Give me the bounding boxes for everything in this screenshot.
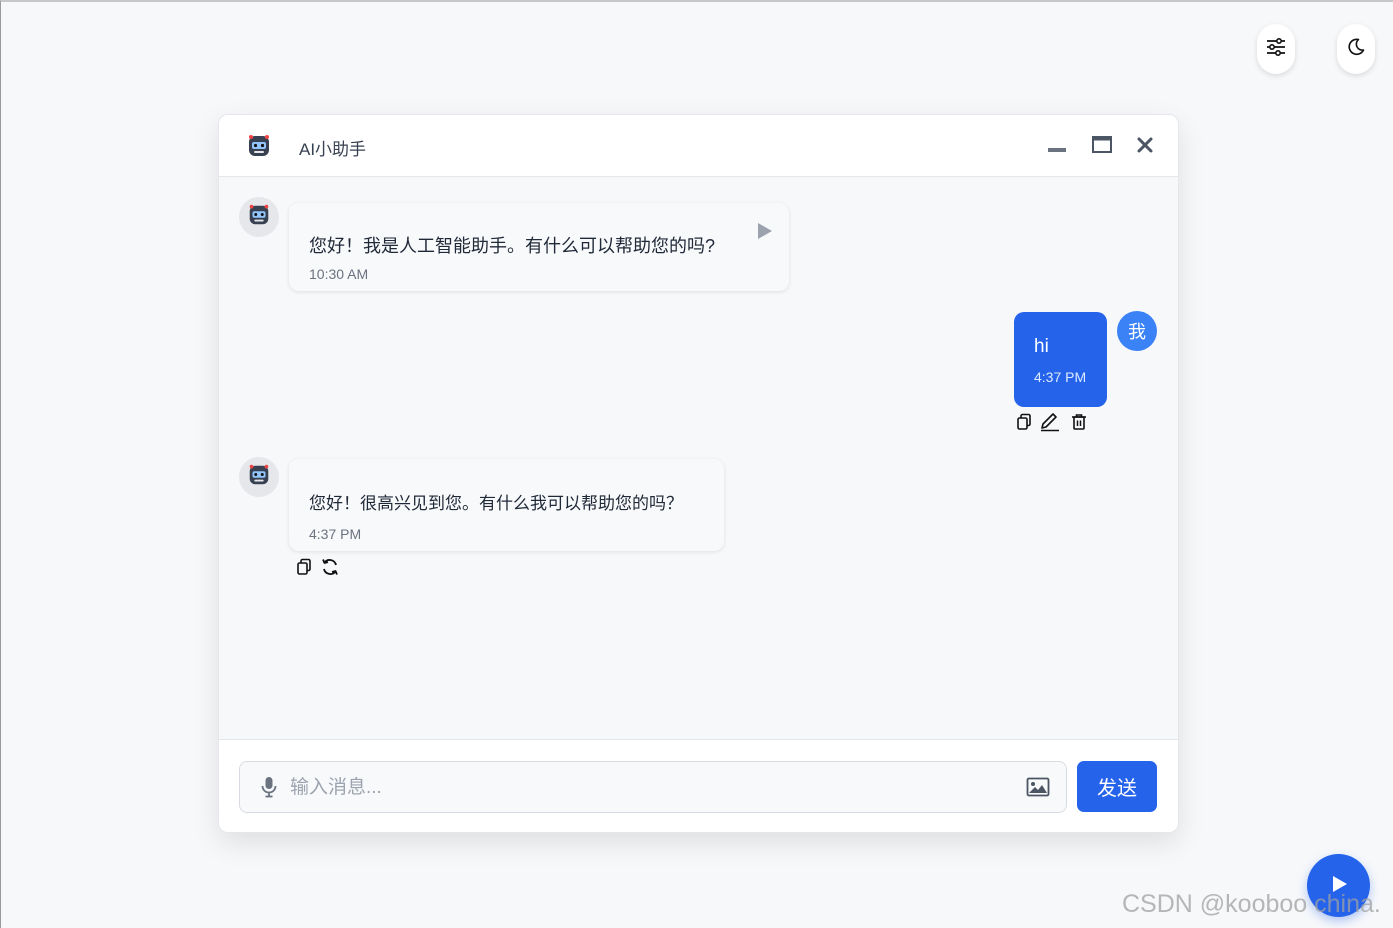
message-list[interactable]: 您好！我是人工智能助手。有什么可以帮助您的吗? 10:30 AM hi 4:37… [219, 177, 1178, 739]
message-text: hi [1034, 336, 1049, 357]
maximize-button[interactable] [1090, 133, 1114, 157]
message-bubble-user: hi 4:37 PM [1014, 312, 1107, 407]
close-button[interactable] [1133, 133, 1157, 157]
message-text: 您好！很高兴见到您。有什么我可以帮助您的吗？ [309, 494, 683, 514]
message-input[interactable] [288, 770, 1012, 806]
delete-button[interactable] [1067, 410, 1091, 434]
chat-title: AI小助手 [299, 140, 367, 159]
settings-button[interactable] [1257, 24, 1295, 74]
send-button[interactable]: 发送 [1077, 761, 1157, 812]
close-icon [1137, 137, 1153, 153]
message-input-wrapper [239, 761, 1067, 813]
user-avatar: 我 [1117, 311, 1157, 351]
message-text: 您好！我是人工智能助手。有什么可以帮助您的吗? [309, 236, 716, 256]
message-time: 4:37 PM [309, 526, 362, 542]
copy-button[interactable] [1012, 410, 1036, 434]
play-icon[interactable] [754, 221, 774, 245]
microphone-icon[interactable] [259, 776, 279, 802]
edit-icon [1041, 413, 1059, 432]
message-bubble-assistant: 您好！很高兴见到您。有什么我可以帮助您的吗？ 4:37 PM [289, 459, 724, 551]
message-time: 10:30 AM [309, 266, 369, 282]
copy-icon [297, 558, 311, 575]
chat-header: AI小助手 [219, 115, 1178, 177]
assistant-avatar [239, 457, 279, 497]
robot-icon [246, 202, 272, 232]
composer: 发送 [219, 739, 1178, 832]
robot-icon [245, 132, 273, 160]
edit-button[interactable] [1038, 410, 1062, 434]
chat-window: AI小助手 您好！我是人工智能助手。有什么可以帮助您的吗? 10:30 AM h… [218, 114, 1179, 833]
maximize-icon [1092, 136, 1112, 153]
image-icon[interactable] [1026, 777, 1050, 801]
sliders-icon [1266, 37, 1286, 60]
minimize-icon [1048, 148, 1066, 152]
theme-toggle-button[interactable] [1337, 24, 1375, 74]
robot-icon [246, 462, 272, 492]
watermark: CSDN @kooboo china. [1122, 890, 1381, 918]
moon-icon [1346, 37, 1366, 61]
regenerate-button[interactable] [318, 555, 342, 579]
assistant-avatar [239, 197, 279, 237]
minimize-button[interactable] [1045, 133, 1069, 157]
message-time: 4:37 PM [1034, 369, 1087, 385]
delete-icon [1072, 414, 1086, 430]
copy-button[interactable] [292, 555, 316, 579]
copy-icon [1017, 413, 1031, 430]
message-bubble-assistant: 您好！我是人工智能助手。有什么可以帮助您的吗? 10:30 AM [289, 203, 789, 291]
refresh-icon [322, 559, 338, 575]
